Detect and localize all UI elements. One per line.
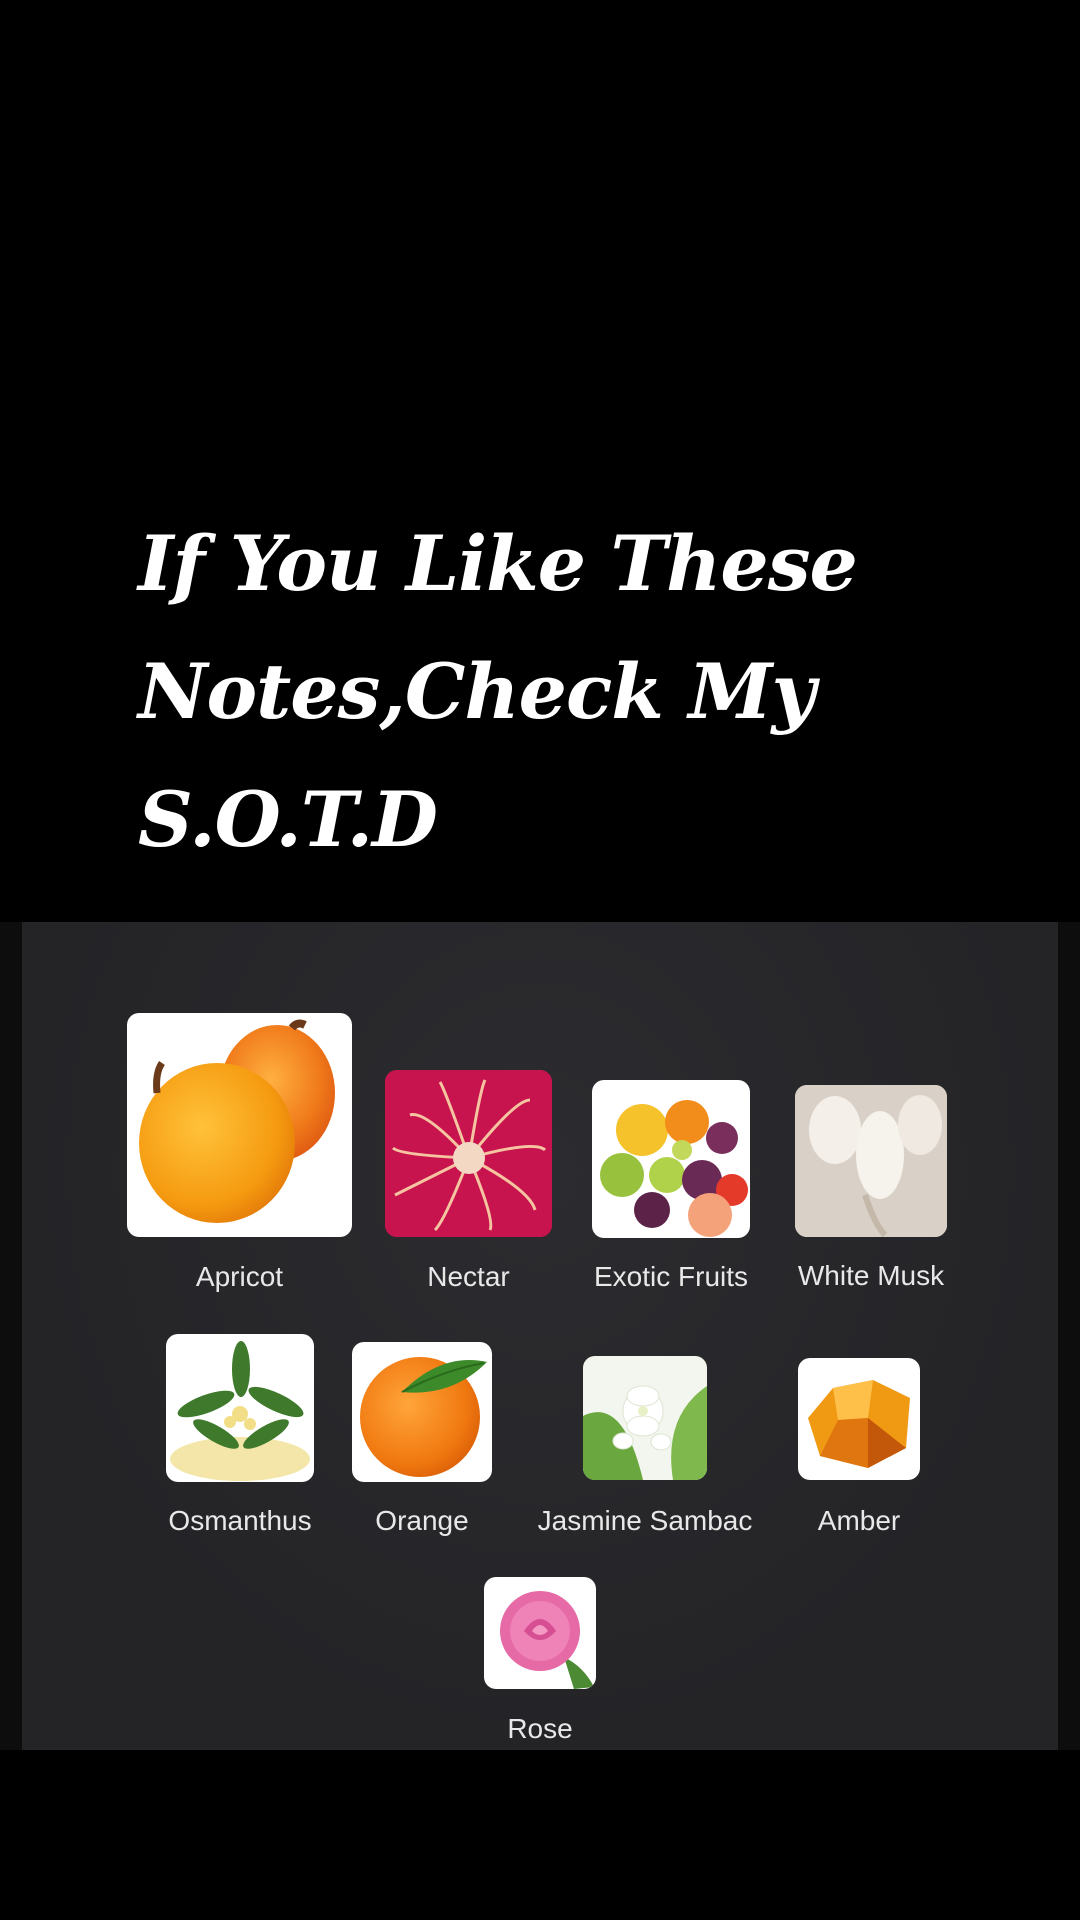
note-label: Rose (507, 1713, 573, 1744)
note-rose[interactable]: Rose (484, 1577, 596, 1747)
note-label: Jasmine Sambac (537, 1505, 753, 1536)
note-nectar[interactable]: Nectar (385, 1070, 552, 1293)
note-label: Apricot (195, 1261, 284, 1292)
note-label: Exotic Fruits (593, 1261, 749, 1292)
caption-line-3: S.O.T.D (138, 775, 438, 864)
rose-icon (484, 1577, 596, 1689)
note-exotic-fruits[interactable]: Exotic Fruits (592, 1080, 750, 1293)
note-osmanthus[interactable]: Osmanthus (166, 1334, 314, 1537)
caption-line-1: If You Like These (138, 519, 858, 608)
orange-icon (352, 1342, 492, 1482)
note-apricot[interactable]: Apricot (127, 1013, 352, 1293)
panel-left-edge (0, 922, 22, 1750)
note-label: White Musk (797, 1260, 945, 1291)
caption: If You Like These Notes,Check My S.O.T.D (138, 500, 998, 884)
jasmine-icon (583, 1356, 707, 1480)
note-amber[interactable]: Amber (798, 1358, 920, 1537)
panel-right-edge (1058, 922, 1080, 1750)
note-label: Osmanthus (168, 1505, 312, 1536)
apricot-icon (127, 1013, 352, 1237)
note-orange[interactable]: Orange (352, 1342, 492, 1537)
amber-icon (798, 1358, 920, 1480)
nectar-flower-icon (385, 1070, 552, 1237)
white-musk-icon (795, 1085, 947, 1237)
caption-line-2: Notes,Check My (138, 647, 816, 736)
note-label: Nectar (427, 1261, 510, 1292)
note-white-musk[interactable]: White Musk (795, 1085, 947, 1293)
note-jasmine-sambac[interactable]: Jasmine Sambac (538, 1356, 752, 1537)
note-label: Orange (375, 1505, 469, 1536)
note-label: Amber (817, 1505, 901, 1536)
osmanthus-icon (166, 1334, 314, 1482)
exotic-fruits-icon (592, 1080, 750, 1238)
